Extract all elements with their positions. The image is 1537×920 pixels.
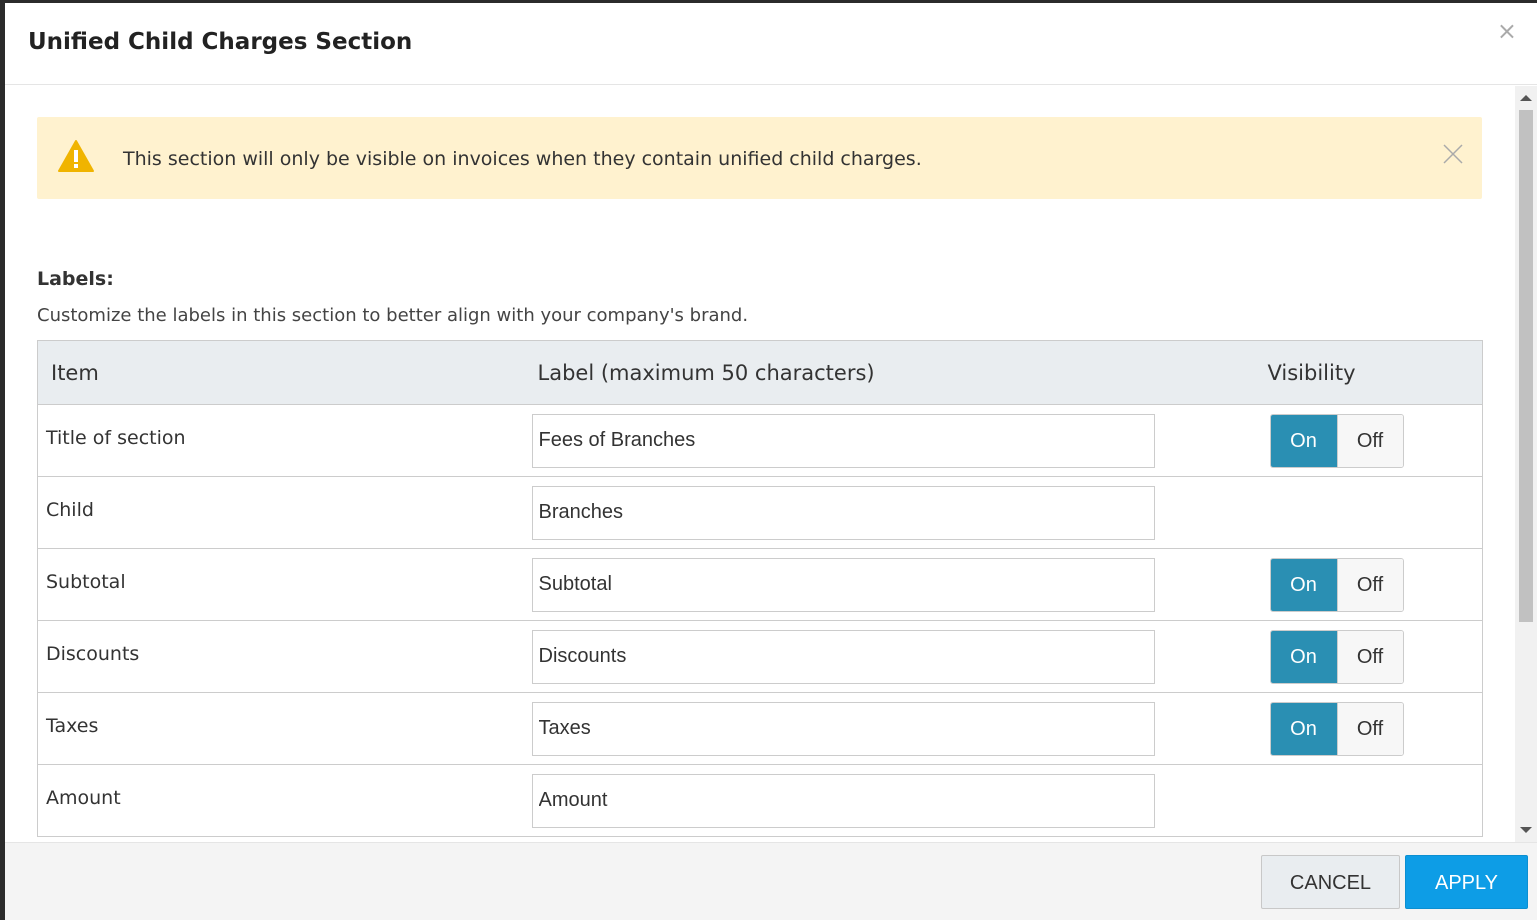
- visibility-toggle[interactable]: On Off: [1269, 557, 1404, 612]
- header-item: Item: [37, 340, 534, 405]
- table-row: Taxes On Off: [37, 692, 1483, 765]
- vertical-scrollbar[interactable]: [1515, 86, 1537, 842]
- item-name: Child: [37, 476, 534, 549]
- alert-message: This section will only be visible on inv…: [123, 148, 922, 170]
- modal-title: Unified Child Charges Section: [28, 29, 413, 55]
- table-row: Title of section On Off: [37, 404, 1483, 477]
- table-row: Child: [37, 476, 1483, 549]
- toggle-off-button[interactable]: Off: [1336, 558, 1403, 611]
- title-of-section-input[interactable]: [531, 413, 1155, 468]
- table-row: Amount: [37, 764, 1483, 837]
- warning-alert: This section will only be visible on inv…: [37, 117, 1482, 199]
- modal-dialog: Unified Child Charges Section × This sec…: [5, 3, 1537, 920]
- item-name: Taxes: [37, 692, 534, 765]
- toggle-on-button[interactable]: On: [1270, 702, 1337, 755]
- scroll-up-icon[interactable]: [1520, 95, 1532, 101]
- modal-body: This section will only be visible on inv…: [5, 86, 1515, 842]
- modal-footer: CANCEL APPLY: [5, 842, 1537, 920]
- labels-heading: Labels:: [37, 268, 114, 290]
- close-icon[interactable]: ×: [1497, 19, 1517, 43]
- warning-icon: [58, 140, 94, 172]
- scrollbar-thumb[interactable]: [1519, 110, 1533, 622]
- visibility-toggle[interactable]: On Off: [1269, 413, 1404, 468]
- visibility-toggle[interactable]: On Off: [1269, 701, 1404, 756]
- toggle-on-button[interactable]: On: [1270, 414, 1337, 467]
- amount-input[interactable]: [531, 773, 1155, 828]
- visibility-toggle[interactable]: On Off: [1269, 629, 1404, 684]
- item-name: Amount: [37, 764, 534, 837]
- toggle-off-button[interactable]: Off: [1336, 702, 1403, 755]
- labels-description: Customize the labels in this section to …: [37, 305, 749, 326]
- header-visibility: Visibility: [1263, 340, 1483, 405]
- toggle-off-button[interactable]: Off: [1336, 630, 1403, 683]
- subtotal-input[interactable]: [531, 557, 1155, 612]
- modal-header: Unified Child Charges Section ×: [5, 3, 1537, 85]
- alert-close-icon[interactable]: [1442, 143, 1464, 165]
- item-name: Subtotal: [37, 548, 534, 621]
- child-input[interactable]: [531, 485, 1155, 540]
- toggle-on-button[interactable]: On: [1270, 630, 1337, 683]
- header-label: Label (maximum 50 characters): [533, 340, 1264, 405]
- toggle-on-button[interactable]: On: [1270, 558, 1337, 611]
- item-name: Title of section: [37, 404, 534, 477]
- table-header-row: Item Label (maximum 50 characters) Visib…: [37, 340, 1483, 405]
- cancel-button[interactable]: CANCEL: [1261, 855, 1400, 909]
- empty-visibility-cell: [1263, 764, 1483, 837]
- apply-button[interactable]: APPLY: [1405, 855, 1528, 909]
- table-row: Subtotal On Off: [37, 548, 1483, 621]
- discounts-input[interactable]: [531, 629, 1155, 684]
- table-row: Discounts On Off: [37, 620, 1483, 693]
- scroll-down-icon[interactable]: [1520, 827, 1532, 833]
- taxes-input[interactable]: [531, 701, 1155, 756]
- item-name: Discounts: [37, 620, 534, 693]
- empty-visibility-cell: [1263, 476, 1483, 549]
- toggle-off-button[interactable]: Off: [1336, 414, 1403, 467]
- labels-table: Item Label (maximum 50 characters) Visib…: [37, 340, 1483, 837]
